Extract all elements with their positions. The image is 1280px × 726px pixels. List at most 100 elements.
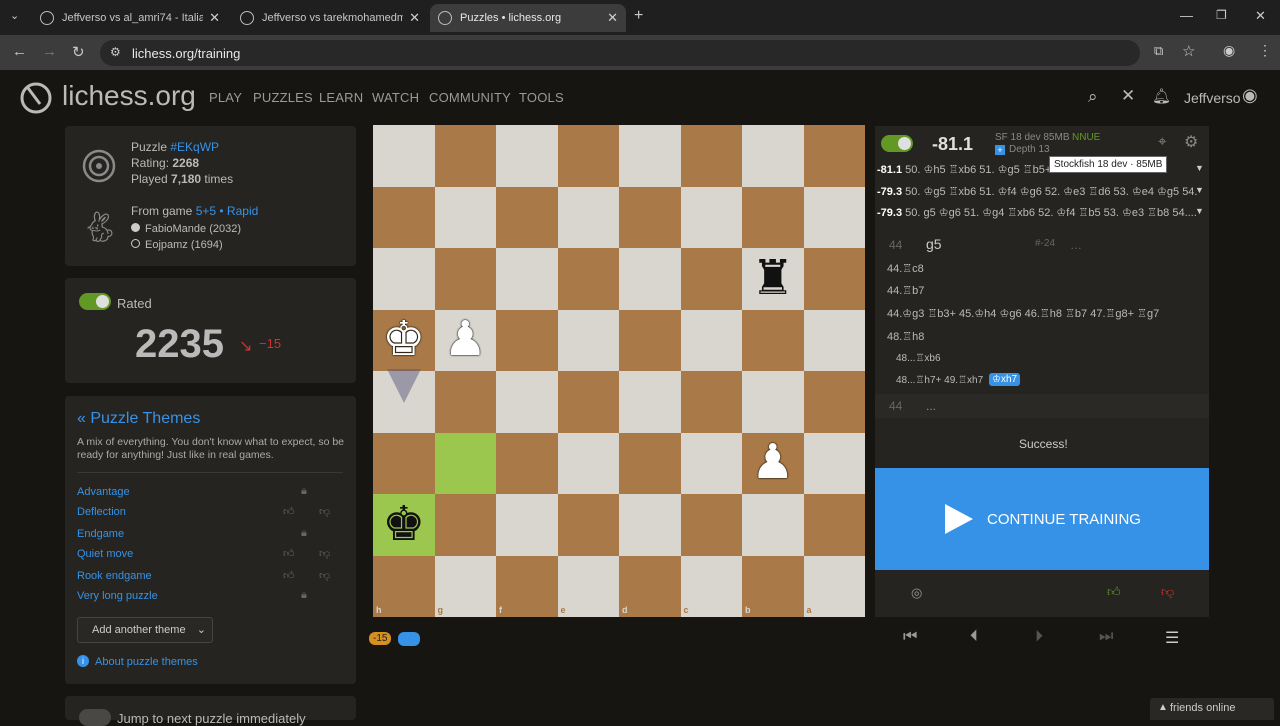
about-themes-link[interactable]: About puzzle themes — [95, 656, 198, 668]
board-square[interactable] — [434, 494, 496, 556]
pv-expand-icon[interactable]: ▼ — [1195, 206, 1204, 216]
new-tab-icon[interactable]: + — [634, 7, 643, 25]
engine-toggle[interactable] — [881, 135, 913, 152]
browser-tab-2[interactable]: Jeffverso vs tarekmohamedm - ✕ — [232, 4, 428, 32]
board-square[interactable] — [434, 555, 496, 617]
board-square[interactable] — [496, 248, 558, 310]
theme-rook-endgame[interactable]: Rook endgame — [77, 570, 152, 582]
board-square[interactable] — [803, 371, 865, 433]
pv-line[interactable]: -79.3 50. ♔g5 ♖xb6 51. ♔f4 ♔g6 52. ♔e3 ♖… — [877, 185, 1197, 198]
board-square[interactable] — [496, 309, 558, 371]
board-square[interactable] — [557, 432, 619, 494]
board-square[interactable] — [680, 248, 742, 310]
white-king-icon[interactable]: ♚ — [373, 310, 435, 372]
previous-move-icon[interactable]: ⏴ — [970, 628, 978, 646]
board-square[interactable] — [557, 248, 619, 310]
active-move[interactable]: ♔xh7 — [989, 373, 1021, 386]
search-icon[interactable]: ⌕ — [1088, 87, 1098, 107]
thumbs-down-icon[interactable]: 👎︎ — [319, 505, 330, 518]
thumbs-down-icon[interactable]: 👎︎ — [319, 547, 330, 560]
board-square[interactable] — [557, 494, 619, 556]
board-square[interactable] — [803, 432, 865, 494]
board-square[interactable] — [680, 125, 742, 187]
maximize-icon[interactable]: ❐ — [1216, 8, 1227, 22]
site-info-icon[interactable]: ⚙ — [110, 45, 121, 59]
board-square[interactable] — [434, 186, 496, 248]
board-square[interactable] — [619, 125, 681, 187]
board-square[interactable] — [619, 494, 681, 556]
board-square[interactable] — [496, 555, 558, 617]
window-close-icon[interactable]: ✕ — [1255, 8, 1266, 24]
last-move-icon[interactable]: ⏭ — [1099, 628, 1113, 646]
board-square[interactable] — [680, 186, 742, 248]
thumbs-up-icon[interactable]: 👍︎ — [1107, 584, 1121, 600]
board-square[interactable] — [803, 494, 865, 556]
board-square[interactable] — [680, 494, 742, 556]
nav-puzzles[interactable]: PUZZLES — [253, 90, 313, 105]
board-square[interactable] — [680, 309, 742, 371]
continue-training-button[interactable]: CONTINUE TRAINING — [875, 468, 1209, 570]
close-icon[interactable]: ✕ — [209, 10, 220, 26]
board-square[interactable] — [373, 555, 435, 617]
browser-tab-3[interactable]: Puzzles • lichess.org ✕ — [430, 4, 626, 32]
board-square[interactable] — [742, 125, 804, 187]
jump-toggle[interactable] — [79, 709, 111, 726]
pv-expand-icon[interactable]: ▼ — [1195, 163, 1204, 173]
board-square[interactable] — [742, 186, 804, 248]
rated-toggle[interactable] — [79, 293, 111, 310]
board-square[interactable] — [742, 555, 804, 617]
board-square[interactable] — [434, 371, 496, 433]
nav-learn[interactable]: LEARN — [319, 90, 363, 105]
gear-icon[interactable]: ⚙ — [1184, 132, 1198, 152]
pv-line[interactable]: -79.3 50. g5 ♔g6 51. ♔g4 ♖xb6 52. ♔f4 ♖b… — [877, 206, 1197, 219]
thumbs-up-icon[interactable]: 👍︎ — [283, 569, 295, 582]
board-square[interactable] — [496, 125, 558, 187]
add-theme-select[interactable]: Add another theme ⌄ — [77, 617, 213, 643]
variation-move[interactable]: 44.♔g3 ♖b3+ 45.♔h4 ♔g6 46.♖h8 ♖b7 47.♖g8… — [887, 307, 1159, 320]
close-icon[interactable]: ✕ — [409, 10, 420, 26]
board-square[interactable] — [803, 248, 865, 310]
board-square[interactable] — [373, 432, 435, 494]
board-square[interactable] — [742, 309, 804, 371]
board-square[interactable] — [373, 125, 435, 187]
board-square[interactable] — [557, 371, 619, 433]
puzzle-themes-title[interactable]: « Puzzle Themes — [77, 410, 200, 428]
first-move-icon[interactable]: ⏮ — [903, 628, 917, 646]
bell-icon[interactable]: 🔔︎ — [1152, 87, 1171, 105]
black-king-icon[interactable]: ♚ — [373, 494, 435, 556]
board-square[interactable] — [803, 186, 865, 248]
board-square[interactable] — [557, 309, 619, 371]
chess-board[interactable]: 1 2 3 4 5 6 7 8 h g f e d c b a ♜ ♚ ♟ ♟ ♚ — [373, 125, 865, 617]
board-square[interactable] — [619, 309, 681, 371]
board-square[interactable] — [742, 371, 804, 433]
board-square[interactable] — [557, 186, 619, 248]
main-move[interactable]: g5 — [926, 236, 942, 252]
site-logo[interactable]: lichess.org — [62, 80, 196, 112]
board-square[interactable] — [434, 248, 496, 310]
swords-icon[interactable]: ✕ — [1121, 86, 1135, 106]
nav-tools[interactable]: TOOLS — [519, 90, 564, 105]
thumbs-down-icon[interactable]: 👎︎ — [1161, 584, 1174, 600]
board-square[interactable] — [680, 371, 742, 433]
variation-move[interactable]: 48.♖h8 — [887, 330, 924, 343]
friends-online-button[interactable]: ▲ friends online — [1150, 698, 1274, 720]
board-square[interactable] — [619, 186, 681, 248]
board-square[interactable] — [619, 432, 681, 494]
board-square[interactable] — [619, 555, 681, 617]
browser-menu-icon[interactable]: ⋮ — [1258, 42, 1272, 59]
black-player[interactable]: Eojpamz (1694) — [131, 239, 223, 251]
board-square[interactable] — [434, 432, 496, 494]
target-icon[interactable]: ⌖ — [1158, 133, 1166, 150]
theme-very-long-puzzle[interactable]: Very long puzzle — [77, 590, 158, 602]
thumbs-down-icon[interactable]: 👎︎ — [319, 569, 330, 582]
url-input[interactable]: ⚙ lichess.org/training — [100, 40, 1140, 66]
theme-endgame[interactable]: Endgame — [77, 528, 124, 540]
black-rook-icon[interactable]: ♜ — [742, 248, 804, 310]
board-square[interactable] — [619, 371, 681, 433]
browser-tab-1[interactable]: Jeffverso vs al_amri74 - Italian G ✕ — [32, 4, 228, 32]
white-player[interactable]: FabioMande (2032) — [131, 223, 241, 235]
nav-watch[interactable]: WATCH — [372, 90, 419, 105]
board-square[interactable] — [496, 494, 558, 556]
board-square[interactable] — [373, 186, 435, 248]
user-avatar-icon[interactable]: ◉ — [1242, 85, 1258, 106]
